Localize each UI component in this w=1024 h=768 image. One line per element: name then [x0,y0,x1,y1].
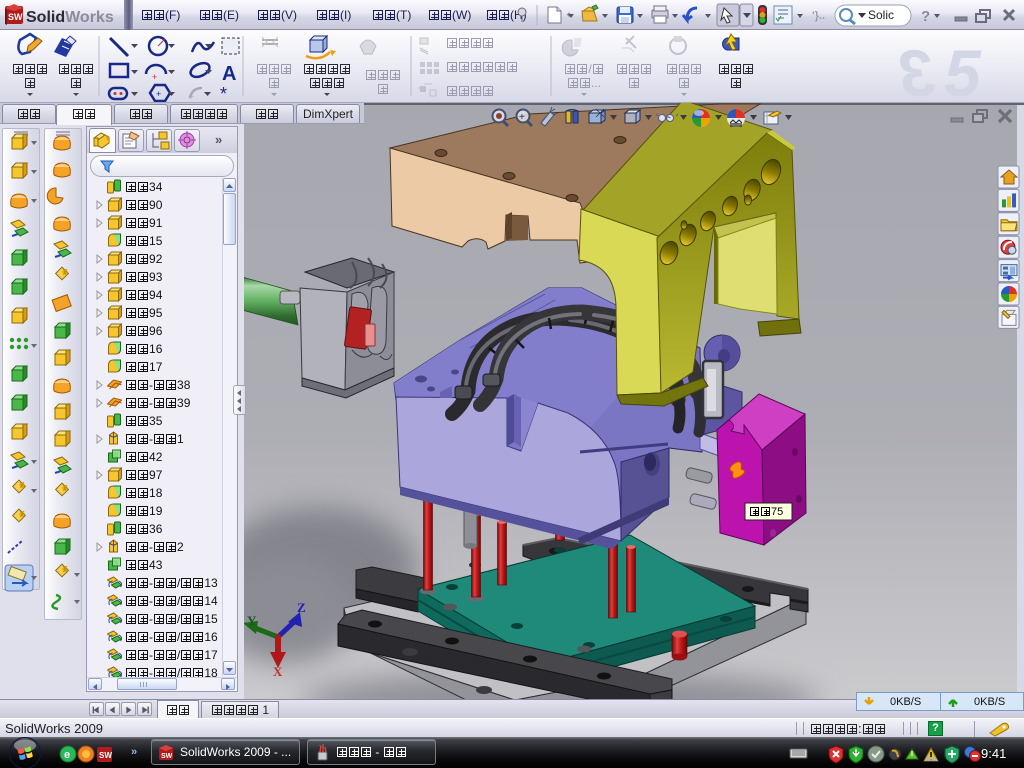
svg-text:Solic: Solic [868,8,894,22]
svg-text:e: e [64,749,70,761]
svg-text:+: + [152,72,157,82]
svg-text:X: X [273,664,283,679]
svg-text:SW: SW [99,751,112,760]
svg-text:Z: Z [297,600,306,615]
svg-text:SW: SW [161,753,173,760]
svg-text:A: A [222,63,236,85]
svg-text:?: ? [921,8,930,25]
svg-text:'}..: '}.. [812,10,825,22]
svg-text:+: + [519,112,525,123]
svg-text:+: + [156,89,161,99]
svg-text:Y: Y [247,613,257,628]
svg-text:5: 5 [944,36,982,102]
svg-text:*: * [220,84,227,102]
svg-text:+: + [188,92,194,102]
svg-text:SolidWorks: SolidWorks [26,9,114,26]
svg-text:3: 3 [899,36,936,102]
svg-text:»: » [131,746,137,758]
svg-text:SW: SW [8,12,23,22]
